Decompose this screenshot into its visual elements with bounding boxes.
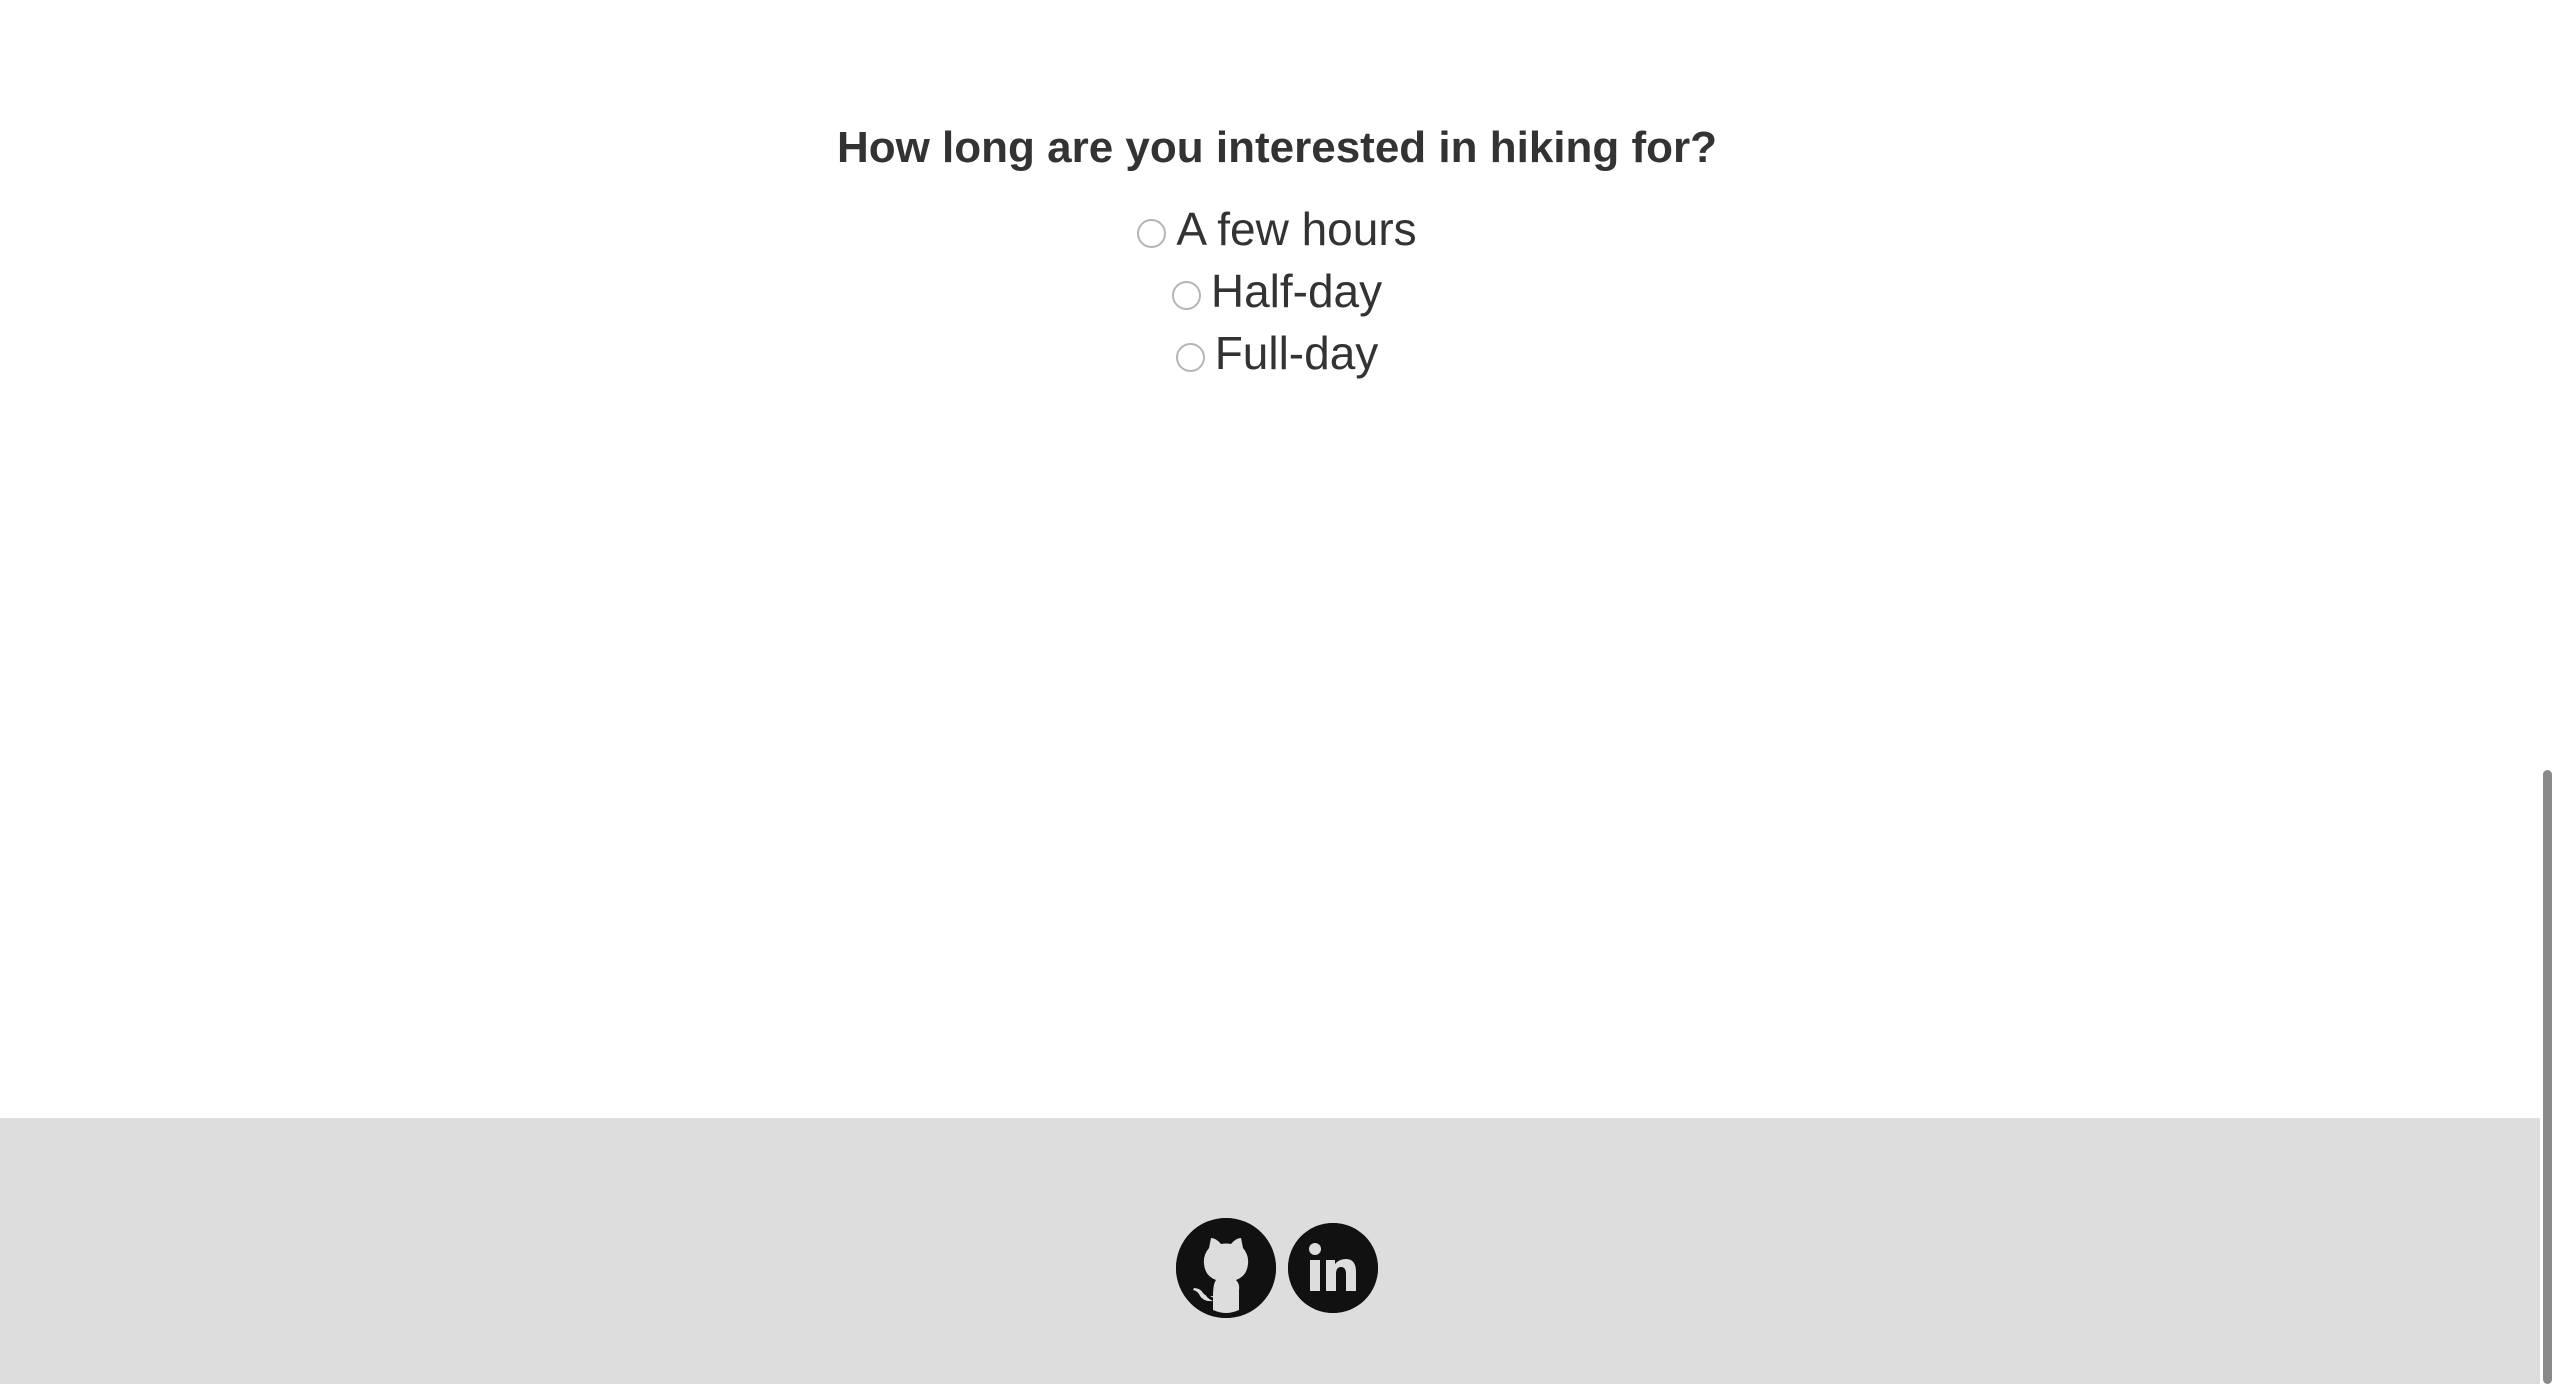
option-label: A few hours [1176, 203, 1417, 255]
scrollbar-thumb[interactable] [2543, 770, 2552, 1384]
page: How long are you interested in hiking fo… [0, 0, 2554, 1384]
social-links [0, 1218, 2554, 1318]
option-label: Full-day [1214, 327, 1379, 379]
linkedin-icon [1288, 1223, 1378, 1313]
radio-button[interactable] [1171, 280, 1201, 310]
github-link[interactable] [1176, 1218, 1276, 1318]
option-a-few-hours[interactable]: A few hours [0, 198, 2554, 260]
question-title: How long are you interested in hiking fo… [836, 123, 1718, 172]
option-label: Half-day [1210, 265, 1383, 317]
scrollbar[interactable] [2540, 0, 2554, 1384]
radio-button[interactable] [1137, 218, 1167, 248]
radio-group: A few hours Half-day Full-day [0, 198, 2554, 384]
option-half-day[interactable]: Half-day [0, 260, 2554, 322]
main-content: How long are you interested in hiking fo… [0, 0, 2540, 1118]
option-full-day[interactable]: Full-day [0, 322, 2554, 384]
linkedin-link[interactable] [1288, 1223, 1378, 1313]
github-icon [1176, 1218, 1276, 1318]
footer [0, 1118, 2540, 1384]
radio-button[interactable] [1175, 342, 1205, 372]
